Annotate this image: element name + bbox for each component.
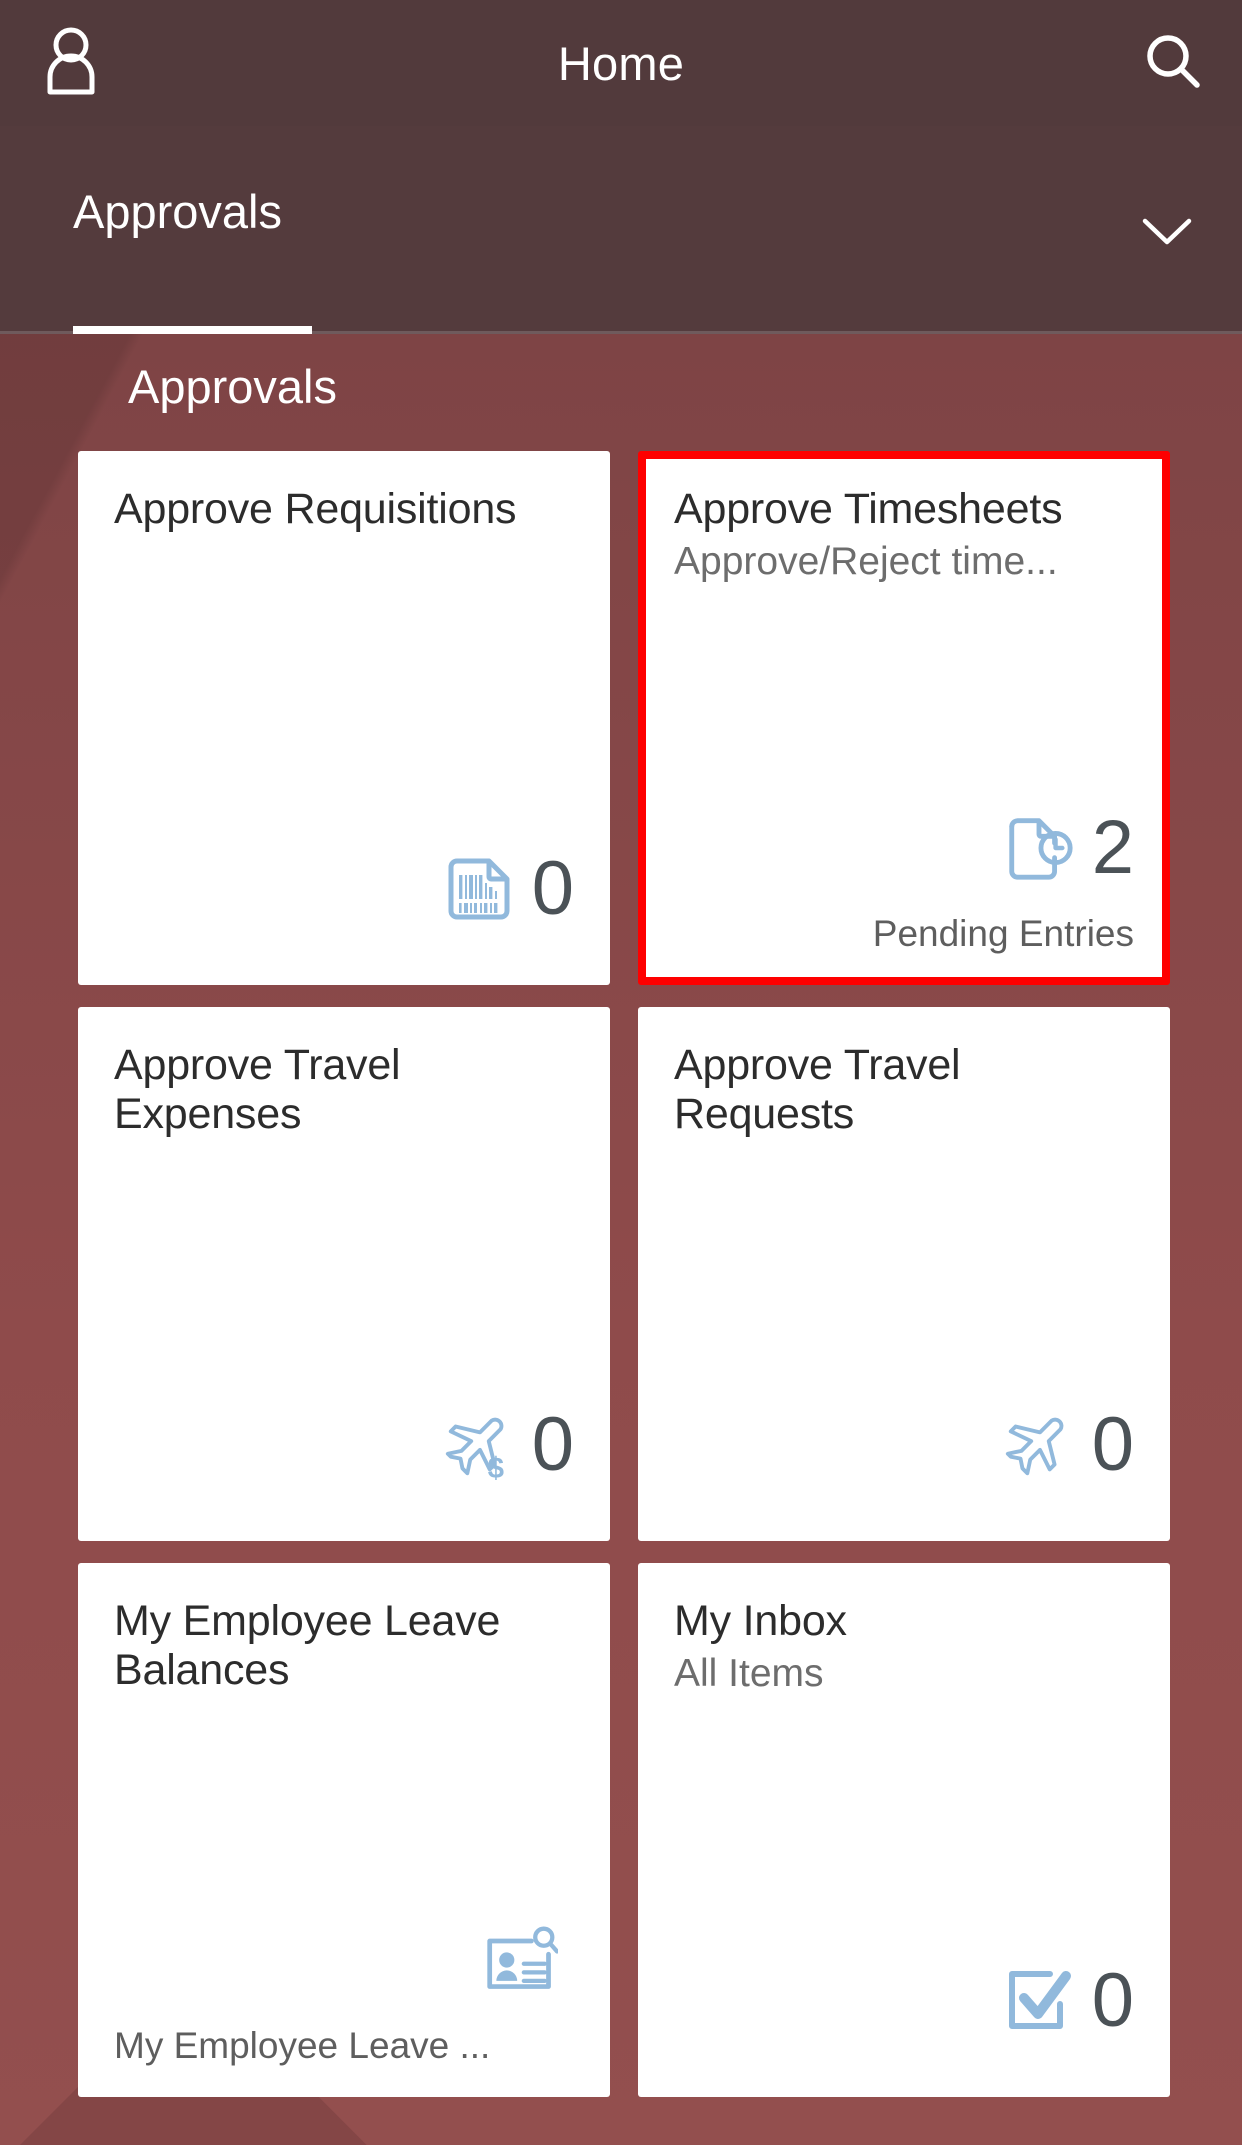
- tile-kpi-value: 0: [1091, 1401, 1134, 1487]
- tile-spacer: [114, 534, 574, 843]
- tile-approve-timesheets[interactable]: Approve Timesheets Approve/Reject time..…: [638, 450, 1170, 985]
- svg-text:$: $: [487, 1453, 503, 1483]
- tile-kpi: $ 0: [114, 1399, 574, 1491]
- tile-kpi-value: 2: [1091, 805, 1134, 890]
- tile-subtitle: Approve/Reject time...: [674, 539, 1058, 583]
- tile-spacer: [114, 1695, 574, 1914]
- tile-header: Approve Requisitions: [114, 485, 574, 534]
- tile-spacer: [114, 1139, 574, 1399]
- tile-header: My Employee Leave Balances: [114, 1597, 574, 1695]
- tile-spacer: [674, 1696, 1134, 1955]
- tile-footer: Pending Entries: [872, 914, 1134, 954]
- tile-kpi: 0: [674, 1399, 1134, 1491]
- checkbox-checked-icon: [1002, 1964, 1076, 2038]
- shell-header: Home: [0, 0, 1242, 126]
- search-icon: [1142, 30, 1204, 97]
- tile-my-employee-leave-balances[interactable]: My Employee Leave Balances My Employee L…: [78, 1562, 610, 2097]
- tile-kpi: 0: [114, 843, 574, 935]
- chevron-down-icon: [1141, 215, 1193, 252]
- page-title: Home: [557, 36, 685, 90]
- approvals-section: Approvals Approve Requisitions 0 Approve…: [0, 334, 1242, 2097]
- tile-subtitle: All Items: [674, 1651, 824, 1695]
- fiori-launchpad: Home Approvals Approvals Approve Requisi…: [0, 0, 1242, 2145]
- tile-header: Approve Timesheets Approve/Reject time..…: [674, 485, 1134, 584]
- tile-title: Approve Travel Expenses: [114, 1040, 401, 1138]
- tile-my-inbox[interactable]: My Inbox All Items 0: [638, 1562, 1170, 2097]
- group-selector-button[interactable]: [1130, 196, 1204, 270]
- tile-spacer: [674, 584, 1134, 802]
- tile-header: Approve Travel Requests: [674, 1041, 1134, 1139]
- barcode-document-icon: [442, 852, 516, 926]
- group-tab-bar: Approvals: [0, 126, 1242, 334]
- section-title: Approvals: [128, 360, 337, 413]
- employee-lookup-icon: [484, 1923, 558, 1997]
- tile-title: Approve Requisitions: [114, 484, 517, 533]
- tile-title: My Inbox: [674, 1596, 847, 1645]
- tile-header: Approve Travel Expenses: [114, 1041, 574, 1139]
- tile-approve-travel-requests[interactable]: Approve Travel Requests 0: [638, 1006, 1170, 1541]
- tile-kpi: 2: [674, 802, 1134, 894]
- tile-kpi: [114, 1914, 574, 2006]
- tile-title: Approve Timesheets: [674, 484, 1063, 533]
- tile-approve-requisitions[interactable]: Approve Requisitions 0: [78, 450, 610, 985]
- tile-kpi: 0: [674, 1955, 1134, 2047]
- tile-kpi-value: 0: [1091, 1957, 1134, 2043]
- tile-spacer: [674, 1139, 1134, 1399]
- tile-kpi-value: 0: [531, 845, 574, 931]
- tile-title: My Employee Leave Balances: [114, 1596, 501, 1694]
- search-button[interactable]: [1132, 22, 1214, 104]
- tab-active-indicator: [73, 326, 312, 334]
- airplane-dollar-icon: $: [442, 1408, 516, 1483]
- tile-approve-travel-expenses[interactable]: Approve Travel Expenses $ 0: [78, 1006, 610, 1541]
- tile-kpi-value: 0: [531, 1401, 574, 1487]
- airplane-icon: [1002, 1408, 1076, 1482]
- tab-approvals[interactable]: Approvals: [73, 188, 282, 334]
- tile-header: My Inbox All Items: [674, 1597, 1134, 1696]
- tile-grid: Approve Requisitions 0 Approve Timesheet…: [78, 450, 1170, 2097]
- tile-title: Approve Travel Requests: [674, 1040, 961, 1138]
- tile-footer: My Employee Leave ...: [114, 2026, 491, 2066]
- document-clock-icon: [1002, 811, 1076, 885]
- tab-approvals-label: Approvals: [73, 185, 282, 238]
